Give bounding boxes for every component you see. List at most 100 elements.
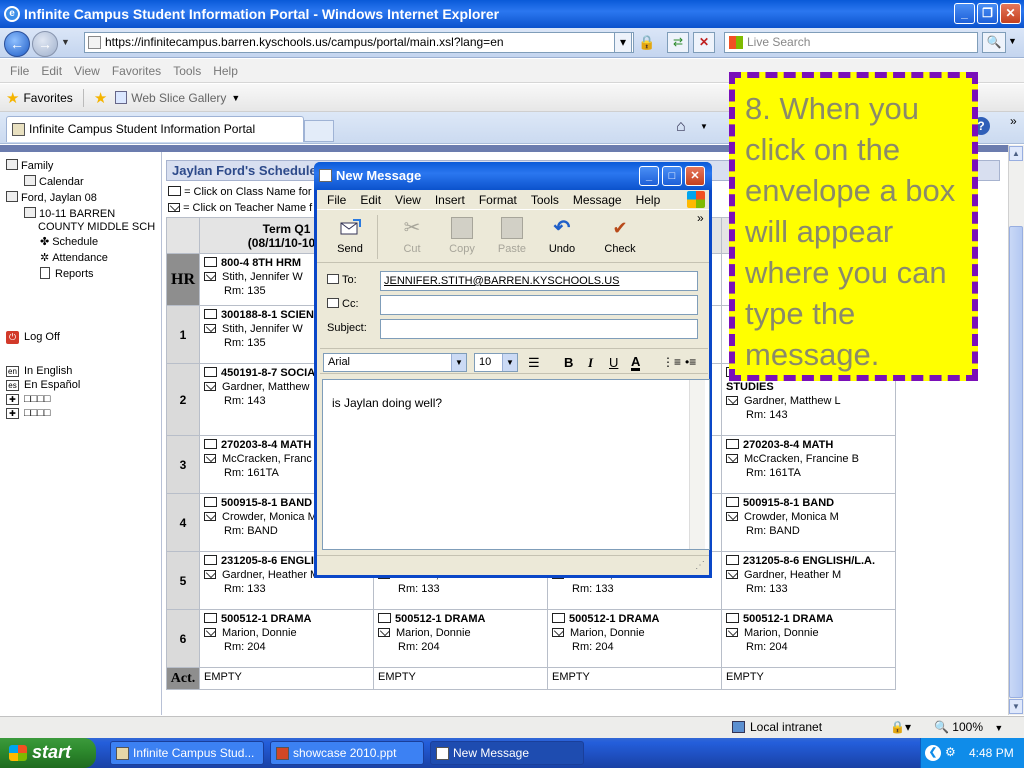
dialog-menu-message[interactable]: Message — [573, 193, 622, 207]
logoff-link[interactable]: ⏻ Log Off — [6, 331, 60, 344]
teacher-link[interactable]: Gardner, Matthew L — [726, 394, 891, 408]
teacher-link[interactable]: Marion, Donnie — [378, 626, 543, 640]
zoom-control[interactable]: 🔍 100% ▼ — [934, 720, 1003, 734]
webslice-dropdown[interactable]: ▼ — [231, 93, 240, 103]
lock-icon[interactable]: 🔒 — [638, 34, 655, 51]
numbered-list-button[interactable]: ⋮≡ — [662, 355, 681, 369]
message-body[interactable]: is Jaylan doing well? — [322, 379, 710, 550]
teacher-link[interactable]: Gardner, Heather M — [726, 568, 891, 582]
class-link[interactable]: 500512-1 DRAMA — [726, 612, 891, 626]
teacher-link[interactable]: Marion, Donnie — [204, 626, 369, 640]
protected-mode-icon[interactable]: 🔒▾ — [890, 720, 911, 734]
underline-button[interactable]: U — [609, 355, 618, 370]
sidebar-item-schedule[interactable]: ✤ Schedule — [40, 235, 98, 248]
zoom-dropdown[interactable]: ▼ — [994, 723, 1003, 733]
scrollbar-thumb[interactable] — [1009, 226, 1023, 698]
lang-4-link[interactable]: ✚ □□□□ — [6, 407, 51, 419]
font-select[interactable]: Arial ▼ — [323, 353, 467, 372]
bulleted-list-button[interactable]: •≡ — [685, 355, 696, 369]
back-button[interactable]: ← — [4, 31, 30, 57]
dialog-menu-tools[interactable]: Tools — [531, 193, 559, 207]
teacher-link[interactable]: Marion, Donnie — [552, 626, 717, 640]
cc-field[interactable] — [380, 295, 698, 315]
dialog-menu-help[interactable]: Help — [636, 193, 661, 207]
toolbar-chevron[interactable]: » — [697, 211, 704, 225]
envelope-icon[interactable] — [726, 454, 738, 463]
task-new-message[interactable]: New Message — [430, 741, 584, 765]
teacher-link[interactable]: Crowder, Monica M — [726, 510, 891, 524]
copy-button[interactable]: Copy — [439, 217, 485, 255]
teacher-link[interactable]: McCracken, Francine B — [726, 452, 891, 466]
envelope-icon[interactable] — [204, 324, 216, 333]
dialog-menu-insert[interactable]: Insert — [435, 193, 465, 207]
envelope-icon[interactable] — [552, 628, 564, 637]
search-options-dropdown[interactable]: ▼ — [1008, 36, 1017, 46]
menu-tools[interactable]: Tools — [173, 64, 201, 78]
scroll-down-arrow[interactable]: ▼ — [1009, 699, 1023, 714]
envelope-icon[interactable] — [204, 272, 216, 281]
menu-favorites[interactable]: Favorites — [112, 64, 161, 78]
scroll-up-arrow[interactable]: ▲ — [1009, 146, 1023, 161]
menu-view[interactable]: View — [74, 64, 100, 78]
toolbar-overflow-chevron[interactable]: » — [1010, 114, 1017, 128]
tab-infinite-campus[interactable]: Infinite Campus Student Information Port… — [6, 116, 304, 142]
cc-button[interactable]: Cc: — [327, 298, 359, 310]
paste-button[interactable]: Paste — [489, 217, 535, 255]
home-dropdown[interactable]: ▼ — [700, 122, 708, 131]
envelope-icon[interactable] — [204, 570, 216, 579]
refresh-icon[interactable]: ⇄ — [667, 32, 689, 53]
dialog-maximize-button[interactable]: □ — [662, 166, 682, 186]
sidebar-item-reports[interactable]: Reports — [40, 267, 94, 280]
resize-grip[interactable]: ⋰ — [695, 560, 705, 571]
class-link[interactable]: 231205-8-6 ENGLISH/L.A. — [726, 554, 891, 568]
forward-button[interactable]: → — [32, 31, 58, 57]
url-input[interactable]: https://infinitecampus.barren.kyschools.… — [84, 32, 634, 53]
dialog-close-button[interactable]: ✕ — [685, 166, 705, 186]
class-link[interactable]: 500512-1 DRAMA — [378, 612, 543, 626]
check-names-button[interactable]: ✔ Check — [597, 217, 643, 255]
font-color-button[interactable]: A — [631, 355, 641, 371]
class-link[interactable]: 500915-8-1 BAND — [726, 496, 891, 510]
url-dropdown[interactable]: ▾ — [614, 32, 632, 53]
close-button[interactable]: ✕ — [1000, 3, 1021, 24]
teacher-link[interactable]: Marion, Donnie — [726, 626, 891, 640]
menu-edit[interactable]: Edit — [41, 64, 62, 78]
start-button[interactable]: start — [0, 738, 96, 768]
italic-button[interactable]: I — [588, 355, 593, 371]
dialog-menu-file[interactable]: File — [327, 193, 346, 207]
dialog-menu-edit[interactable]: Edit — [360, 193, 381, 207]
sidebar-item-family[interactable]: Family — [6, 159, 53, 172]
stop-icon[interactable]: ✕ — [693, 32, 715, 53]
sidebar-item-calendar[interactable]: Calendar — [24, 175, 84, 188]
send-button[interactable]: Send — [327, 217, 373, 255]
envelope-icon[interactable] — [204, 628, 216, 637]
history-dropdown[interactable]: ▼ — [61, 37, 70, 47]
envelope-icon[interactable] — [204, 512, 216, 521]
sidebar-item-student[interactable]: Ford, Jaylan 08 — [6, 191, 97, 204]
clock[interactable]: 4:48 PM — [969, 746, 1014, 760]
task-showcase-ppt[interactable]: showcase 2010.ppt — [270, 741, 424, 765]
minimize-button[interactable]: _ — [954, 3, 975, 24]
subject-field[interactable] — [380, 319, 698, 339]
new-tab-button[interactable] — [304, 120, 334, 142]
class-link[interactable]: 270203-8-4 MATH — [726, 438, 891, 452]
to-button[interactable]: To: — [327, 274, 357, 286]
menu-file[interactable]: File — [10, 64, 29, 78]
dialog-menu-format[interactable]: Format — [479, 193, 517, 207]
webslice-gallery-link[interactable]: Web Slice Gallery — [131, 91, 226, 105]
home-icon[interactable]: ⌂ — [676, 118, 686, 136]
menu-help[interactable]: Help — [213, 64, 238, 78]
sidebar-item-attendance[interactable]: ✲ Attendance — [40, 251, 108, 264]
favorites-button[interactable]: Favorites — [23, 91, 72, 105]
cut-button[interactable]: ✂ Cut — [389, 217, 435, 255]
class-link[interactable]: 500512-1 DRAMA — [204, 612, 369, 626]
lang-spanish-link[interactable]: es En Español — [6, 379, 80, 391]
envelope-icon[interactable] — [726, 570, 738, 579]
add-favorite-icon[interactable]: ★ — [94, 89, 107, 107]
dialog-minimize-button[interactable]: _ — [639, 166, 659, 186]
search-input[interactable]: Live Search — [724, 32, 978, 53]
message-body-scrollbar[interactable] — [689, 380, 705, 549]
tray-expand-icon[interactable]: ❮ — [925, 745, 941, 761]
lang-3-link[interactable]: ✚ □□□□ — [6, 393, 51, 405]
lang-english-link[interactable]: en In English — [6, 365, 72, 377]
